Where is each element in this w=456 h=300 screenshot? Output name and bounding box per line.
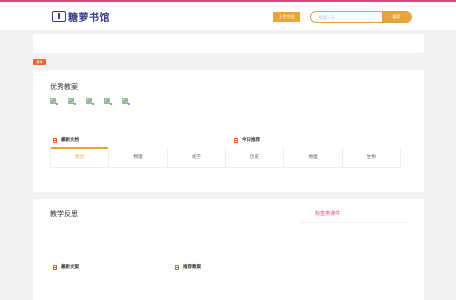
document-icon [234, 137, 238, 143]
tab-physics[interactable]: 物理 [109, 147, 168, 167]
top-bar: 糖萝书馆 上传文档 搜索 [0, 0, 456, 30]
heading-label: 推荐教案 [183, 264, 201, 269]
search-button[interactable]: 搜索 [381, 12, 411, 22]
tab-history[interactable]: 历史 [226, 147, 285, 167]
recommended-plans-heading: 推荐教案 [175, 264, 201, 270]
latest-documents-heading: 最新文档 [53, 137, 79, 143]
book-logo-icon [52, 10, 66, 22]
heading-label: 今日推荐 [242, 137, 260, 142]
search-box: 搜索 [310, 11, 412, 23]
subject-tabs: 政治 物理 化学 历史 地理 生物 [50, 147, 401, 168]
site-logo[interactable]: 糖萝书馆 [52, 9, 110, 24]
section-title: 教学反思 [50, 211, 78, 218]
banner-area [33, 34, 424, 53]
thumbnail-row [50, 98, 134, 105]
upload-document-button[interactable]: 上传文档 [273, 12, 300, 22]
document-icon [175, 264, 179, 270]
latest-copy-heading: 最新文案 [53, 264, 79, 270]
logo-text: 糖萝书馆 [68, 12, 110, 24]
tab-geography[interactable]: 地理 [284, 147, 343, 167]
tagged-courseware-link[interactable]: 标签类课件 [315, 210, 340, 217]
excellent-lesson-plans-section: 优秀教案 最新文档 今日推荐 政治 物理 化学 历史 地理 生物 [33, 70, 424, 192]
tab-biology[interactable]: 生物 [343, 147, 400, 167]
image-icon[interactable] [122, 98, 130, 105]
search-input[interactable] [311, 12, 382, 22]
tab-politics[interactable]: 政治 [51, 147, 110, 167]
tab-chemistry[interactable]: 化学 [168, 147, 226, 167]
recommend-tag: 推荐 [33, 59, 46, 65]
heading-label: 最新文档 [61, 137, 79, 142]
section-title: 优秀教案 [50, 84, 78, 91]
teaching-reflection-section: 教学反思 标签类课件 最新文案 推荐教案 [33, 199, 424, 300]
heading-label: 最新文案 [61, 264, 79, 269]
today-recommend-heading: 今日推荐 [234, 137, 260, 143]
image-icon[interactable] [68, 98, 76, 105]
document-icon [53, 137, 57, 143]
document-icon [53, 264, 57, 270]
image-icon[interactable] [104, 98, 112, 105]
image-icon[interactable] [86, 98, 94, 105]
divider [299, 222, 407, 223]
image-icon[interactable] [50, 98, 58, 105]
